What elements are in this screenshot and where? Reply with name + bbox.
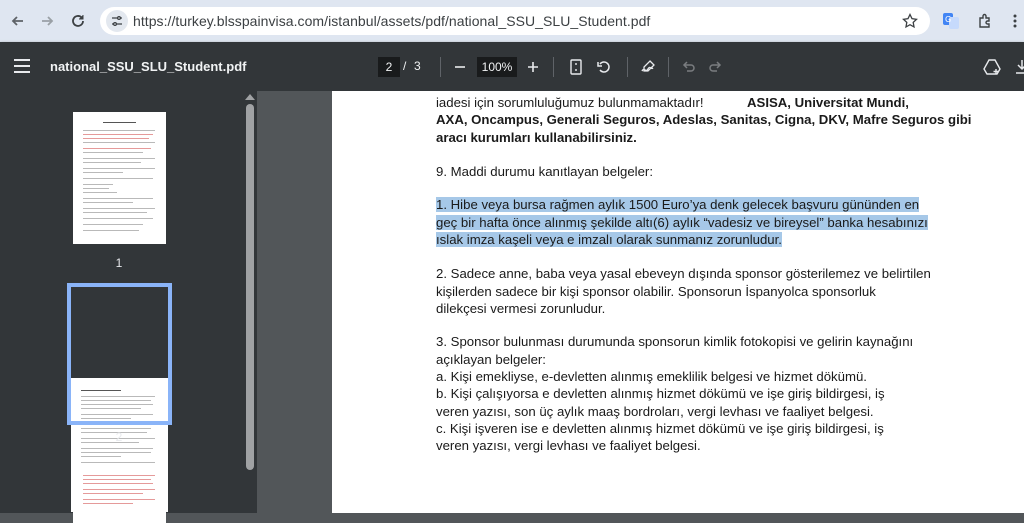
doc-line: iadesi için sorumluluğumuz bulunmamaktad… [436, 95, 704, 110]
page-thumbnail-label: 2 [115, 430, 123, 444]
undo-icon[interactable] [676, 55, 700, 79]
toolbar-divider [553, 57, 554, 77]
current-page-input[interactable]: 2 [378, 57, 400, 77]
extensions-puzzle-icon[interactable] [974, 10, 996, 32]
doc-line: b. Kişi çalışıyorsa e devletten alınmış … [436, 386, 885, 401]
highlighted-line: ıslak imza kaşeli veya e imzalı olarak s… [436, 232, 782, 247]
doc-line: dilekçesi vermesi zorunludur. [436, 301, 606, 316]
page-thumbnail-1[interactable] [73, 112, 166, 244]
zoom-level-input[interactable]: 100% [477, 57, 517, 77]
doc-line-bold: aracı kurumları kullanabilirsiniz. [436, 130, 637, 145]
document-title: national_SSU_SLU_Student.pdf [50, 59, 247, 74]
redo-icon[interactable] [704, 55, 728, 79]
total-pages: 3 [414, 59, 421, 73]
page-thumbnail-label: 1 [115, 256, 123, 270]
pdf-page: iadesi için sorumluluğumuz bulunmamaktad… [332, 91, 1024, 513]
doc-line: a. Kişi emekliyse, e-devletten alınmış e… [436, 369, 867, 384]
doc-line: 2. Sadece anne, baba veya yasal ebeveyn … [436, 266, 931, 281]
page-separator: / [403, 59, 407, 73]
url-text[interactable]: https://turkey.blsspainvisa.com/istanbul… [133, 13, 650, 29]
doc-line: c. Kişi işveren ise e devletten alınmış … [436, 421, 884, 436]
site-info-icon[interactable] [106, 10, 128, 32]
back-icon[interactable] [6, 9, 30, 33]
download-icon[interactable] [1010, 55, 1024, 79]
rotate-icon[interactable] [592, 55, 616, 79]
toolbar-divider [440, 57, 441, 77]
page-thumbnail-3[interactable] [73, 463, 166, 523]
highlighted-line: 1. Hibe veya bursa rağmen aylık 1500 Eur… [436, 197, 920, 212]
doc-line: kişilerden sadece bir kişi sponsor olabi… [436, 284, 876, 299]
doc-line-bold: AXA, Oncampus, Generali Seguros, Adeslas… [436, 112, 972, 127]
pdf-viewer[interactable]: iadesi için sorumluluğumuz bulunmamaktad… [257, 91, 1024, 513]
svg-text:G: G [945, 15, 951, 24]
section-heading: 9. Maddi durumu kanıtlayan belgeler: [436, 164, 653, 179]
doc-line: veren yazısı, vergi levhası ve faaliyet … [436, 438, 701, 453]
doc-line: veren yazısı, son üç aylık maaş bordrola… [436, 404, 874, 419]
forward-icon[interactable] [35, 9, 59, 33]
zoom-in-icon[interactable] [521, 55, 545, 79]
sidebar-scrollbar-thumb[interactable] [246, 104, 254, 470]
toolbar-divider [627, 57, 628, 77]
translate-icon[interactable]: G [940, 10, 962, 32]
doc-line: açıklayan belgeler: [436, 352, 546, 367]
doc-line-bold: ASISA, Universitat Mundi, [747, 95, 909, 110]
fit-page-icon[interactable] [564, 55, 588, 79]
pdf-toolbar: national_SSU_SLU_Student.pdf 2 / 3 100% [0, 42, 1024, 91]
toolbar-divider [668, 57, 669, 77]
zoom-out-icon[interactable] [448, 55, 472, 79]
highlighted-line: geç bir hafta önce alınmış şekilde altı(… [436, 215, 928, 230]
reload-icon[interactable] [66, 9, 90, 33]
browser-chrome: https://turkey.blsspainvisa.com/istanbul… [0, 0, 1024, 42]
drive-save-icon[interactable] [980, 55, 1004, 79]
profile-menu-icon[interactable] [1004, 10, 1024, 32]
address-bar[interactable]: https://turkey.blsspainvisa.com/istanbul… [100, 7, 930, 35]
doc-line: 3. Sponsor bulunması durumunda sponsorun… [436, 334, 914, 349]
thumbnail-sidebar[interactable]: 1 2 [0, 91, 257, 523]
annotate-pen-icon[interactable] [636, 55, 660, 79]
bookmark-star-icon[interactable] [900, 11, 920, 31]
menu-icon[interactable] [14, 59, 30, 73]
selected-thumbnail-frame [67, 283, 172, 425]
scroll-up-arrow-icon[interactable] [245, 94, 255, 100]
